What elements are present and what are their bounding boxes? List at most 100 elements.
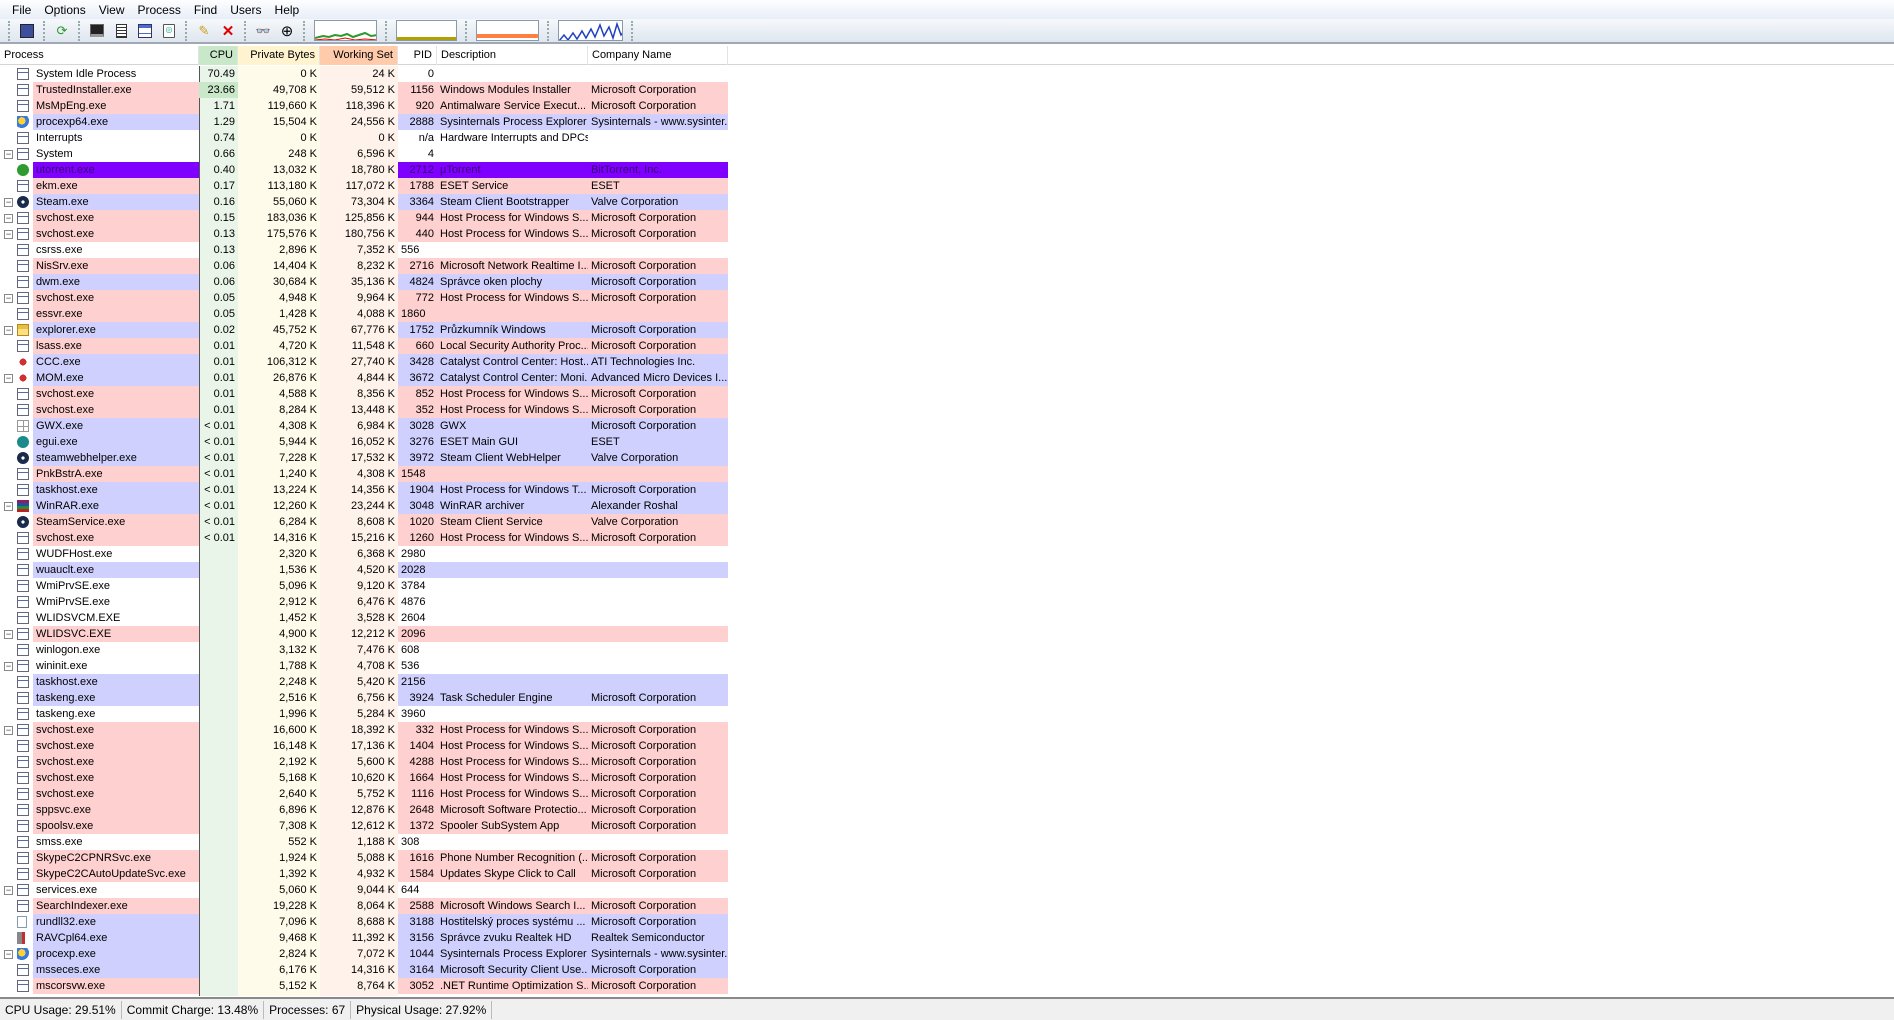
process-row[interactable]: steamwebhelper.exe < 0.01 7,228 K 17,532 K3… [0,450,728,466]
column-header-cpu[interactable]: CPU [199,46,238,65]
process-row[interactable]: msseces.exe 6,176 K 14,316 K 3164 Microsoft … [0,962,728,978]
physical-memory-graph[interactable] [558,20,623,41]
process-row[interactable]: spoolsv.exe 7,308 K 12,612 K 1372 Spooler Su… [0,818,728,834]
process-row[interactable]: taskhost.exe < 0.01 13,224 K 14,356 K 1904 Ho… [0,482,728,498]
process-list[interactable]: System Idle Process 70.49 0 K 24 K 0 TrustedI… [0,66,1894,996]
collapse-toggle[interactable]: − [4,502,13,511]
collapse-toggle[interactable]: − [4,230,13,239]
collapse-toggle[interactable]: − [4,150,13,159]
process-row[interactable]: taskeng.exe 2,516 K 6,756 K 3924 Task Schedu… [0,690,728,706]
menu-find[interactable]: Find [188,3,224,17]
column-header-process[interactable]: Process [0,46,199,65]
column-header-pid[interactable]: PID [398,46,437,65]
dll-view-icon[interactable]: ◎ [159,21,179,41]
process-row[interactable]: − WinRAR.exe < 0.01 12,260 K 23,244 K 3048 Win… [0,498,728,514]
column-header-private-bytes[interactable]: Private Bytes [238,46,320,65]
collapse-toggle[interactable]: − [4,294,13,303]
process-row[interactable]: essvr.exe 0.05 1,428 K 4,088 K 1860 [0,306,728,322]
process-row[interactable]: wuauclt.exe 1,536 K 4,520 K 2028 [0,562,728,578]
process-row[interactable]: SkypeC2CPNRSvc.exe 1,924 K 5,088 K 1616 Phon… [0,850,728,866]
process-row[interactable]: − explorer.exe 0.02 45,752 K 67,776 K 1752 Prů… [0,322,728,338]
process-row[interactable]: − WLIDSVC.EXE 4,900 K 12,212 K 2096 [0,626,728,642]
collapse-toggle[interactable]: − [4,630,13,639]
menu-options[interactable]: Options [38,3,92,17]
process-row[interactable]: Interrupts 0.74 0 K0 Kn/a Hardware Interrup… [0,130,728,146]
process-row[interactable]: RAVCpl64.exe 9,468 K 11,392 K 3156 Správce z… [0,930,728,946]
collapse-toggle[interactable]: − [4,662,13,671]
process-row[interactable]: svchost.exe 0.01 4,588 K 8,356 K 852 Host Pro… [0,386,728,402]
find-window-crosshair-icon[interactable]: ⊕ [277,21,297,41]
process-row[interactable]: rundll32.exe 7,096 K 8,688 K 3188 Hostitelsk… [0,914,728,930]
process-row[interactable]: svchost.exe 5,168 K 10,620 K 1664 Host Proce… [0,770,728,786]
refresh-icon[interactable]: ⟳ [52,21,72,41]
process-row[interactable]: − svchost.exe 16,600 K 18,392 K 332 Host Proc… [0,722,728,738]
process-row[interactable]: − svchost.exe 0.05 4,948 K 9,964 K 772 Host Pr… [0,290,728,306]
collapse-toggle[interactable]: − [4,198,13,207]
process-row[interactable]: − svchost.exe 0.13 175,576 K 180,756 K 440 Hos… [0,226,728,242]
cpu-graph[interactable] [314,20,377,41]
process-row[interactable]: winlogon.exe 3,132 K 7,476 K 608 [0,642,728,658]
save-icon[interactable] [17,21,37,41]
process-row[interactable]: − procexp.exe 2,824 K 7,072 K 1044 Sysinterna… [0,946,728,962]
process-row[interactable]: GWX.exe < 0.01 4,308 K 6,984 K 3028 GWX Micros… [0,418,728,434]
collapse-toggle[interactable]: − [4,326,13,335]
process-row[interactable]: WUDFHost.exe 2,320 K 6,368 K 2980 [0,546,728,562]
process-row[interactable]: TrustedInstaller.exe 23.66 49,708 K 59,512 … [0,82,728,98]
process-row[interactable]: SearchIndexer.exe 19,228 K 8,064 K 2588 Micr… [0,898,728,914]
properties-icon[interactable] [111,21,131,41]
collapse-toggle[interactable]: − [4,886,13,895]
process-row[interactable]: dwm.exe 0.06 30,684 K 35,136 K 4824 Správce o… [0,274,728,290]
process-row[interactable]: utorrent.exe 0.40 13,032 K 18,780 K 2712 µTor… [0,162,728,178]
menu-users[interactable]: Users [224,3,268,17]
lower-pane-icon[interactable] [135,21,155,41]
find-binoculars-icon[interactable]: 👓 [253,21,273,41]
process-row[interactable]: svchost.exe 0.01 8,284 K 13,448 K 352 Host Pr… [0,402,728,418]
process-row[interactable]: MsMpEng.exe 1.71 119,660 K 118,396 K 920 Anti… [0,98,728,114]
column-header-description[interactable]: Description [437,46,588,65]
process-row[interactable]: WLIDSVCM.EXE 1,452 K 3,528 K 2604 [0,610,728,626]
process-row[interactable]: egui.exe < 0.01 5,944 K 16,052 K 3276 ESET Ma… [0,434,728,450]
process-row[interactable]: svchost.exe 16,148 K 17,136 K 1404 Host Proc… [0,738,728,754]
process-row[interactable]: CCC.exe 0.01 106,312 K 27,740 K 3428 Catalyst… [0,354,728,370]
menu-process[interactable]: Process [132,3,188,17]
process-row[interactable]: − services.exe 5,060 K 9,044 K 644 [0,882,728,898]
process-row[interactable]: NisSrv.exe 0.06 14,404 K 8,232 K 2716 Microso… [0,258,728,274]
process-row[interactable]: taskeng.exe 1,996 K 5,284 K 3960 [0,706,728,722]
column-header-working-set[interactable]: Working Set [320,46,398,65]
process-row[interactable]: − wininit.exe 1,788 K 4,708 K 536 [0,658,728,674]
commit-graph[interactable] [396,20,457,41]
process-row[interactable]: svchost.exe 2,192 K 5,600 K 4288 Host Proces… [0,754,728,770]
process-row[interactable]: taskhost.exe 2,248 K 5,420 K 2156 [0,674,728,690]
collapse-toggle[interactable]: − [4,950,13,959]
column-header-company[interactable]: Company Name [588,46,728,65]
process-row[interactable]: PnkBstrA.exe < 0.01 1,240 K 4,308 K 1548 [0,466,728,482]
process-row[interactable]: lsass.exe 0.01 4,720 K 11,548 K 660 Local Sec… [0,338,728,354]
process-row[interactable]: procexp64.exe 1.29 15,504 K 24,556 K 2888 Sys… [0,114,728,130]
process-row[interactable]: − System 0.66 248 K 6,596 K4 [0,146,728,162]
process-row[interactable]: SteamService.exe < 0.01 6,284 K 8,608 K 1020… [0,514,728,530]
process-row[interactable]: − svchost.exe 0.15 183,036 K 125,856 K 944 Hos… [0,210,728,226]
collapse-toggle[interactable]: − [4,374,13,383]
process-row[interactable]: WmiPrvSE.exe 2,912 K 6,476 K 4876 [0,594,728,610]
process-properties-icon[interactable]: ✎ [194,21,214,41]
process-row[interactable]: WmiPrvSE.exe 5,096 K 9,120 K 3784 [0,578,728,594]
menu-help[interactable]: Help [269,3,307,17]
process-row[interactable]: − MOM.exe 0.01 26,876 K 4,844 K 3672 Catalyst … [0,370,728,386]
menu-view[interactable]: View [93,3,132,17]
process-row[interactable]: System Idle Process 70.49 0 K 24 K0 [0,66,728,82]
io-graph[interactable] [476,20,539,41]
process-row[interactable]: sppsvc.exe 6,896 K 12,876 K 2648 Microsoft S… [0,802,728,818]
process-row[interactable]: csrss.exe 0.13 2,896 K 7,352 K 556 [0,242,728,258]
process-row[interactable]: ekm.exe 0.17 113,180 K 117,072 K 1788 ESET Se… [0,178,728,194]
process-row[interactable]: svchost.exe < 0.01 14,316 K 15,216 K 1260 Hos… [0,530,728,546]
process-row[interactable]: svchost.exe 2,640 K 5,752 K 1116 Host Proces… [0,786,728,802]
process-row[interactable]: mscorsvw.exe 5,152 K 8,764 K 3052 .NET Runti… [0,978,728,994]
menu-file[interactable]: File [6,3,38,17]
kill-process-icon[interactable]: ✕ [218,21,238,41]
collapse-toggle[interactable]: − [4,214,13,223]
process-row[interactable]: smss.exe 552 K 1,188 K 308 [0,834,728,850]
process-row[interactable]: SkypeC2CAutoUpdateSvc.exe 1,392 K 4,932 K1… [0,866,728,882]
collapse-toggle[interactable]: − [4,726,13,735]
system-info-icon[interactable] [87,21,107,41]
process-row[interactable]: − Steam.exe 0.16 55,060 K 73,304 K 3364 Steam … [0,194,728,210]
